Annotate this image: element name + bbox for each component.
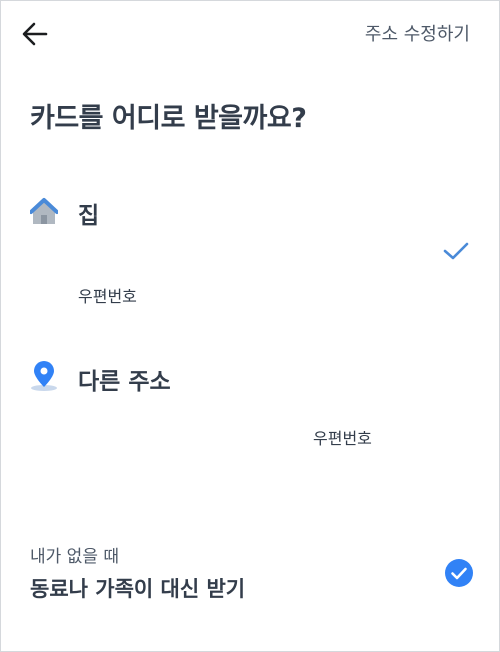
arrow-left-icon: [22, 22, 48, 46]
home-icon: [30, 198, 58, 224]
option-other-label: 다른 주소: [78, 369, 171, 395]
option-home-label: 집: [78, 203, 100, 229]
option-home[interactable]: 집 우편번호: [0, 180, 500, 320]
checkbox-checked-icon[interactable]: [444, 558, 474, 588]
postal-code-other: 우편번호: [313, 429, 372, 448]
page-title: 카드를 어디로 받을까요?: [30, 103, 307, 134]
edit-address-link[interactable]: 주소 수정하기: [365, 20, 470, 46]
check-icon: [443, 242, 469, 260]
back-button[interactable]: [18, 18, 52, 50]
postal-code-home: 우편번호: [78, 287, 137, 306]
proxy-receive-option[interactable]: 내가 없을 때 동료나 가족이 대신 받기: [0, 535, 500, 615]
proxy-subtitle: 내가 없을 때: [30, 547, 120, 567]
location-pin-icon: [31, 361, 57, 391]
option-other-address[interactable]: 다른 주소 우편번호: [0, 350, 500, 460]
proxy-title: 동료나 가족이 대신 받기: [30, 577, 246, 601]
